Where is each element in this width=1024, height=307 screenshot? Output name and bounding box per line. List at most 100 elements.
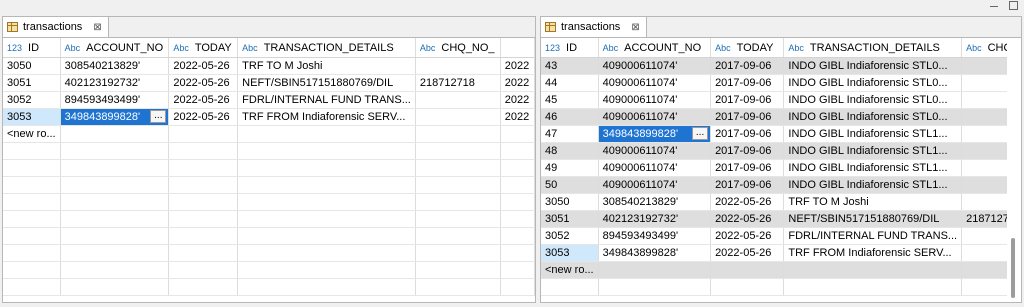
column-header-overflow[interactable] [500,38,535,58]
editing-cell[interactable]: 349843899828'... [60,108,170,126]
table-cell[interactable]: INDO GIBL Indiaforensic STL1... [783,142,963,160]
table-cell[interactable]: 48 [541,142,599,160]
table-cell[interactable]: TRF TO M Joshi [783,193,963,211]
editing-cell[interactable]: 349843899828'... [598,125,712,143]
column-header-id[interactable]: 123 ID [3,38,61,58]
table-cell[interactable] [415,57,501,75]
column-header-today[interactable]: Abc TODAY [168,38,239,58]
table-cell[interactable]: 2022 [500,108,535,126]
table-row[interactable]: 50 409000611074' 2017-09-06 INDO GIBL India… [541,176,1021,194]
table-row[interactable]: 48 409000611074' 2017-09-06 INDO GIBL India… [541,142,1021,160]
table-cell[interactable] [783,261,963,279]
table-cell[interactable]: 45 [541,91,599,109]
new-row[interactable]: <new ro... [3,125,535,143]
table-cell[interactable]: 2017-09-06 [710,57,785,75]
table-cell[interactable] [415,108,501,126]
table-row[interactable]: 44 409000611074' 2017-09-06 INDO GIBL India… [541,74,1021,92]
table-cell[interactable]: NEFT/SBIN517151880769/DIL [783,210,963,228]
table-cell[interactable] [415,91,501,109]
table-cell[interactable]: NEFT/SBIN517151880769/DIL [237,74,416,92]
table-cell[interactable]: 2022 [500,74,535,92]
table-row[interactable]: 47 349843899828'... 2017-09-06 INDO GIBL In… [541,125,1021,143]
table-cell[interactable]: 2022-05-26 [168,108,239,126]
table-cell[interactable]: 218712718 [415,74,501,92]
table-row[interactable]: 3051 402123192732' 2022-05-26 NEFT/SBIN5171… [541,210,1021,228]
table-row[interactable]: 46 409000611074' 2017-09-06 INDO GIBL India… [541,108,1021,126]
table-cell[interactable]: 409000611074' [598,142,712,160]
table-cell[interactable]: 349843899828' [598,244,712,262]
new-row-label[interactable]: <new ro... [3,125,61,143]
table-cell[interactable]: 3050 [3,57,61,75]
table-cell[interactable]: 2022-05-26 [168,74,239,92]
table-row[interactable]: 43 409000611074' 2017-09-06 INDO GIBL India… [541,57,1021,75]
table-cell[interactable]: 409000611074' [598,108,712,126]
table-cell[interactable]: INDO GIBL Indiaforensic STL1... [783,125,963,143]
table-cell[interactable]: 3053 [541,244,599,262]
table-cell[interactable]: INDO GIBL Indiaforensic STL0... [783,74,963,92]
table-cell[interactable]: 3052 [3,91,61,109]
table-cell[interactable]: 409000611074' [598,159,712,177]
table-cell[interactable] [500,125,535,143]
tab-transactions[interactable]: transactions ⊠ [541,17,647,37]
table-cell[interactable]: 46 [541,108,599,126]
table-cell[interactable]: 2022-05-26 [710,210,785,228]
table-cell[interactable]: 409000611074' [598,74,712,92]
table-cell[interactable]: 3051 [3,74,61,92]
edit-value-button[interactable]: ... [150,110,167,123]
table-cell[interactable]: 43 [541,57,599,75]
table-cell[interactable]: 402123192732' [598,210,712,228]
table-cell[interactable] [168,125,239,143]
table-cell[interactable]: FDRL/INTERNAL FUND TRANS... [237,91,416,109]
table-cell[interactable]: 3052 [541,227,599,245]
column-header-transaction-details[interactable]: Abc TRANSACTION_DETAILS [237,38,416,58]
table-row[interactable]: 3052 894593493499' 2022-05-26 FDRL/INTERNAL… [541,227,1021,245]
new-row[interactable]: <new ro... [541,261,1021,279]
table-row[interactable]: 3050 308540213829' 2022-05-26 TRF TO M Josh… [541,193,1021,211]
column-header-id[interactable]: 123 ID [541,38,599,58]
table-cell[interactable] [598,261,712,279]
table-cell[interactable]: 49 [541,159,599,177]
table-cell[interactable]: 2017-09-06 [710,74,785,92]
table-cell[interactable]: 2017-09-06 [710,142,785,160]
table-cell[interactable]: 402123192732' [60,74,170,92]
table-cell[interactable]: 3053 [3,108,61,126]
close-icon[interactable]: ⊠ [631,22,639,33]
table-cell[interactable]: 2017-09-06 [710,176,785,194]
table-cell[interactable]: INDO GIBL Indiaforensic STL0... [783,108,963,126]
maximize-icon[interactable] [1009,1,1018,10]
table-cell[interactable] [415,125,501,143]
table-row[interactable]: 3050 308540213829' 2022-05-26 TRF TO M Josh… [3,57,535,75]
column-header-account-no[interactable]: Abc ACCOUNT_NO [60,38,170,58]
table-cell[interactable]: 2022 [500,57,535,75]
table-cell[interactable]: 308540213829' [598,193,712,211]
table-row[interactable]: 3053 349843899828' 2022-05-26 TRF FROM Indi… [541,244,1021,262]
close-icon[interactable]: ⊠ [93,22,101,33]
table-cell[interactable] [60,125,170,143]
table-cell[interactable]: 47 [541,125,599,143]
table-row[interactable]: 3052 894593493499' 2022-05-26 FDRL/INTERNAL… [3,91,535,109]
table-cell[interactable]: 2017-09-06 [710,159,785,177]
table-cell[interactable]: 3050 [541,193,599,211]
table-cell[interactable]: 894593493499' [60,91,170,109]
table-cell[interactable]: 50 [541,176,599,194]
table-cell[interactable]: 2022-05-26 [168,91,239,109]
new-row-label[interactable]: <new ro... [541,261,599,279]
edit-value-button[interactable]: ... [692,127,709,140]
table-cell[interactable]: INDO GIBL Indiaforensic STL0... [783,57,963,75]
table-cell[interactable]: 2022 [500,91,535,109]
table-row[interactable]: 3053 349843899828'... 2022-05-26 TRF FROM I… [3,108,535,126]
table-cell[interactable]: INDO GIBL Indiaforensic STL1... [783,176,963,194]
table-cell[interactable]: 2017-09-06 [710,125,785,143]
table-cell[interactable]: TRF TO M Joshi [237,57,416,75]
column-header-chq-no[interactable]: Abc CHQ_NO_ [415,38,501,58]
table-cell[interactable]: 308540213829' [60,57,170,75]
table-cell[interactable]: 2022-05-26 [168,57,239,75]
table-cell[interactable]: 409000611074' [598,57,712,75]
table-cell[interactable] [710,261,785,279]
table-cell[interactable]: 409000611074' [598,91,712,109]
table-row[interactable]: 3051 402123192732' 2022-05-26 NEFT/SBIN5171… [3,74,535,92]
table-cell[interactable]: 44 [541,74,599,92]
table-cell[interactable]: 409000611074' [598,176,712,194]
table-cell[interactable]: INDO GIBL Indiaforensic STL0... [783,91,963,109]
column-header-today[interactable]: Abc TODAY [710,38,785,58]
